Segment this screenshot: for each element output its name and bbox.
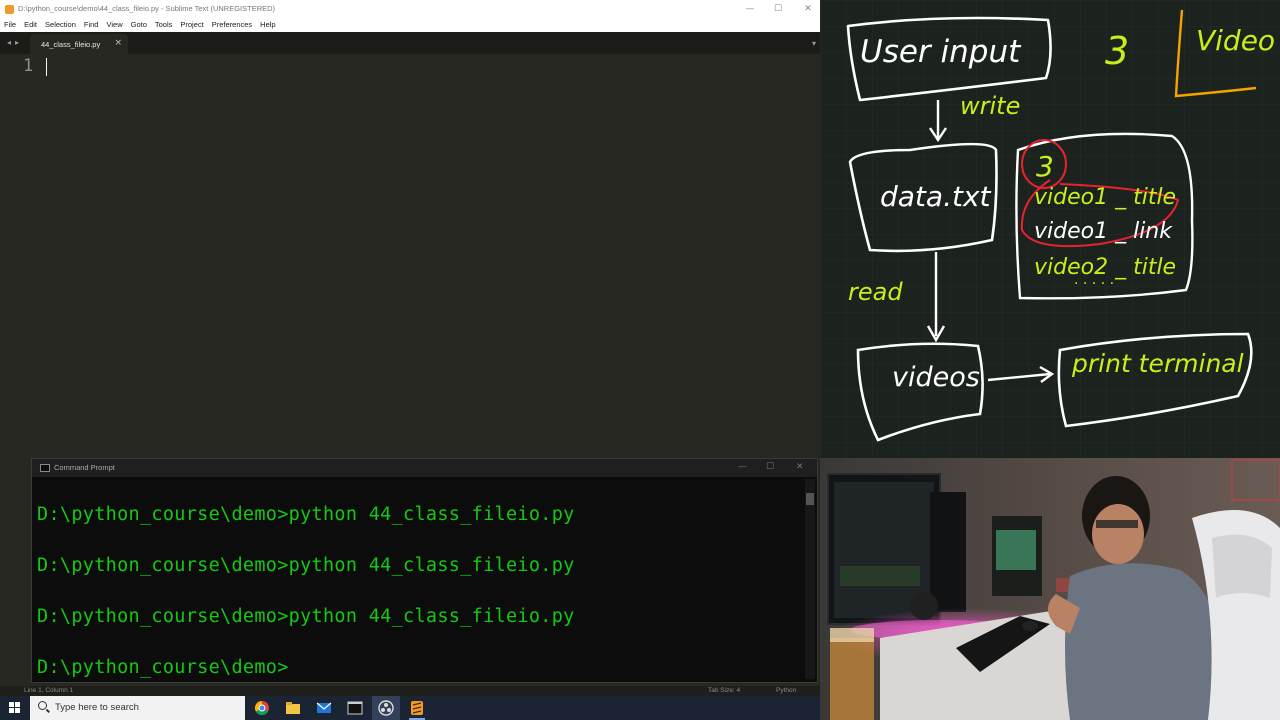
search-placeholder: Type here to search — [55, 702, 139, 713]
sublime-app-icon — [5, 5, 14, 14]
tab-close-icon[interactable]: × — [114, 38, 122, 48]
count-number: 3 — [1105, 29, 1129, 73]
sublime-icon[interactable] — [408, 699, 426, 717]
menu-edit[interactable]: Edit — [24, 19, 37, 32]
menu-project[interactable]: Project — [180, 19, 203, 32]
cmd-maximize-button[interactable]: ☐ — [766, 462, 774, 472]
cmd-close-button[interactable]: ✕ — [796, 462, 804, 472]
file-line-count: 3 — [1036, 150, 1054, 183]
cmd-app-icon — [40, 464, 50, 472]
terminal-icon[interactable] — [346, 699, 364, 717]
tab-label: 44_class_fileio.py — [41, 40, 101, 49]
menu-preferences[interactable]: Preferences — [212, 19, 252, 32]
tab-bar: ◂ ▸ 44_class_fileio.py × ▾ — [0, 32, 820, 54]
status-position: Line 1, Column 1 — [24, 687, 74, 694]
tab-44-class-fileio[interactable]: 44_class_fileio.py × — [30, 34, 128, 54]
cmd-prompt-line[interactable]: D:\python_course\demo> — [37, 657, 289, 678]
windows-start-icon[interactable] — [9, 702, 21, 714]
maximize-button[interactable]: ☐ — [771, 3, 785, 15]
file-line-video1-link: video1 _ link — [1034, 219, 1173, 244]
close-button[interactable]: ✕ — [801, 3, 815, 15]
mail-icon[interactable] — [315, 699, 333, 717]
window-title: D:\python_course\demo\44_class_fileio.py… — [18, 4, 276, 13]
sublime-title-bar: D:\python_course\demo\44_class_fileio.py… — [0, 0, 820, 19]
chrome-icon[interactable] — [253, 699, 271, 717]
cmd-scrollbar[interactable] — [805, 479, 815, 679]
print-terminal-label: print terminal — [1071, 349, 1244, 378]
editor-area[interactable] — [40, 54, 820, 454]
cmd-output-line: D:\python_course\demo>python 44_class_fi… — [37, 555, 575, 576]
command-prompt-window[interactable]: Command Prompt — ☐ ✕ D:\python_course\de… — [31, 458, 818, 683]
cmd-output-line: D:\python_course\demo>python 44_class_fi… — [37, 606, 575, 627]
taskbar-search-input[interactable]: Type here to search — [30, 696, 245, 720]
write-label: write — [960, 92, 1020, 120]
nav-back-icon[interactable]: ◂ — [7, 38, 11, 47]
cmd-title: Command Prompt — [54, 463, 115, 472]
whiteboard-panel: User input 3 Video write data.txt 3 vide… — [820, 0, 1280, 458]
status-bar: Line 1, Column 1 Tab Size: 4 Python — [0, 686, 820, 696]
menu-help[interactable]: Help — [260, 19, 275, 32]
user-input-label: User input — [860, 34, 1022, 70]
minimize-button[interactable]: — — [743, 3, 757, 15]
menu-tools[interactable]: Tools — [155, 19, 173, 32]
cmd-minimize-button[interactable]: — — [738, 462, 747, 472]
nav-forward-icon[interactable]: ▸ — [15, 38, 19, 47]
video-corner-label: Video — [1196, 24, 1275, 57]
status-syntax[interactable]: Python — [776, 687, 796, 694]
file-line-video1-title: video1 _ title — [1034, 185, 1176, 210]
read-label: read — [848, 278, 903, 306]
obs-icon[interactable] — [377, 699, 395, 717]
menu-file[interactable]: File — [4, 19, 16, 32]
scrollbar-thumb[interactable] — [806, 493, 814, 505]
tab-dropdown-icon[interactable]: ▾ — [812, 39, 816, 48]
data-file-label: data.txt — [880, 180, 992, 213]
menu-selection[interactable]: Selection — [45, 19, 76, 32]
file-line-ellipsis: · · · · · — [1074, 276, 1114, 292]
webcam-feed — [820, 458, 1280, 720]
menu-find[interactable]: Find — [84, 19, 99, 32]
menu-view[interactable]: View — [106, 19, 122, 32]
status-tab-size[interactable]: Tab Size: 4 — [708, 687, 740, 694]
menu-goto[interactable]: Goto — [131, 19, 147, 32]
videos-label: videos — [892, 362, 980, 393]
webcam-scene-image — [820, 458, 1280, 720]
file-explorer-icon[interactable] — [284, 699, 302, 717]
line-number: 1 — [23, 56, 34, 76]
menu-bar: File Edit Selection Find View Goto Tools… — [0, 19, 820, 32]
whiteboard-drawing: User input 3 Video write data.txt 3 vide… — [820, 0, 1280, 458]
cmd-output-line: D:\python_course\demo>python 44_class_fi… — [37, 504, 575, 525]
windows-taskbar: Type here to search — [0, 696, 820, 720]
cmd-title-bar: Command Prompt — ☐ ✕ — [32, 459, 817, 477]
